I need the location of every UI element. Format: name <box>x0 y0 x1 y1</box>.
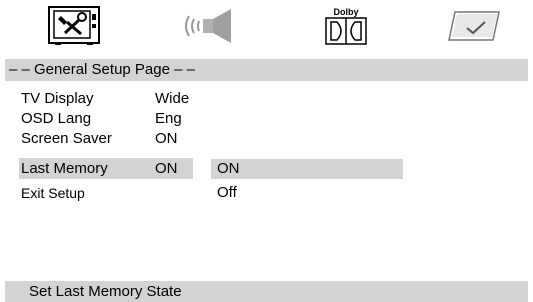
menu-item-screen-saver[interactable]: Screen Saver ON <box>5 128 528 149</box>
dolby-label: Dolby <box>333 7 358 17</box>
menu-item-label: TV Display <box>21 90 94 107</box>
menu-item-value: ON <box>155 160 178 177</box>
page-title-bar: – – General Setup Page – – <box>5 59 528 81</box>
tab-general-setup[interactable] <box>47 6 101 46</box>
speaker-icon <box>185 9 231 43</box>
tv-wrench-icon <box>48 6 100 45</box>
tab-audio-setup[interactable] <box>183 6 243 46</box>
tab-dolby-setup[interactable]: Dolby <box>323 6 369 46</box>
checkmark-icon <box>448 11 500 41</box>
status-bar: Set Last Memory State <box>5 281 528 302</box>
menu-item-tv-display[interactable]: TV Display Wide <box>5 88 528 109</box>
dolby-icon: Dolby <box>325 7 367 45</box>
menu-item-value: ON <box>155 130 178 147</box>
option-label: Off <box>217 184 237 201</box>
menu-item-label: Exit Setup <box>21 185 85 201</box>
menu-item-label: Screen Saver <box>21 130 112 147</box>
tab-preference-setup[interactable] <box>445 6 501 46</box>
menu-item-osd-lang[interactable]: OSD Lang Eng <box>5 108 528 129</box>
option-off[interactable]: Off <box>211 183 403 203</box>
page-title: – – General Setup Page – – <box>9 61 195 78</box>
menu-item-value: Eng <box>155 110 182 127</box>
option-on[interactable]: ON <box>211 159 403 179</box>
setup-screen: Dolby – – General Setup Page – – TV Disp… <box>5 0 528 302</box>
setup-tab-bar: Dolby <box>5 0 528 55</box>
menu-item-label: OSD Lang <box>21 110 92 127</box>
menu-item-value: Wide <box>155 90 190 107</box>
status-text: Set Last Memory State <box>29 283 182 300</box>
option-label: ON <box>217 160 240 177</box>
